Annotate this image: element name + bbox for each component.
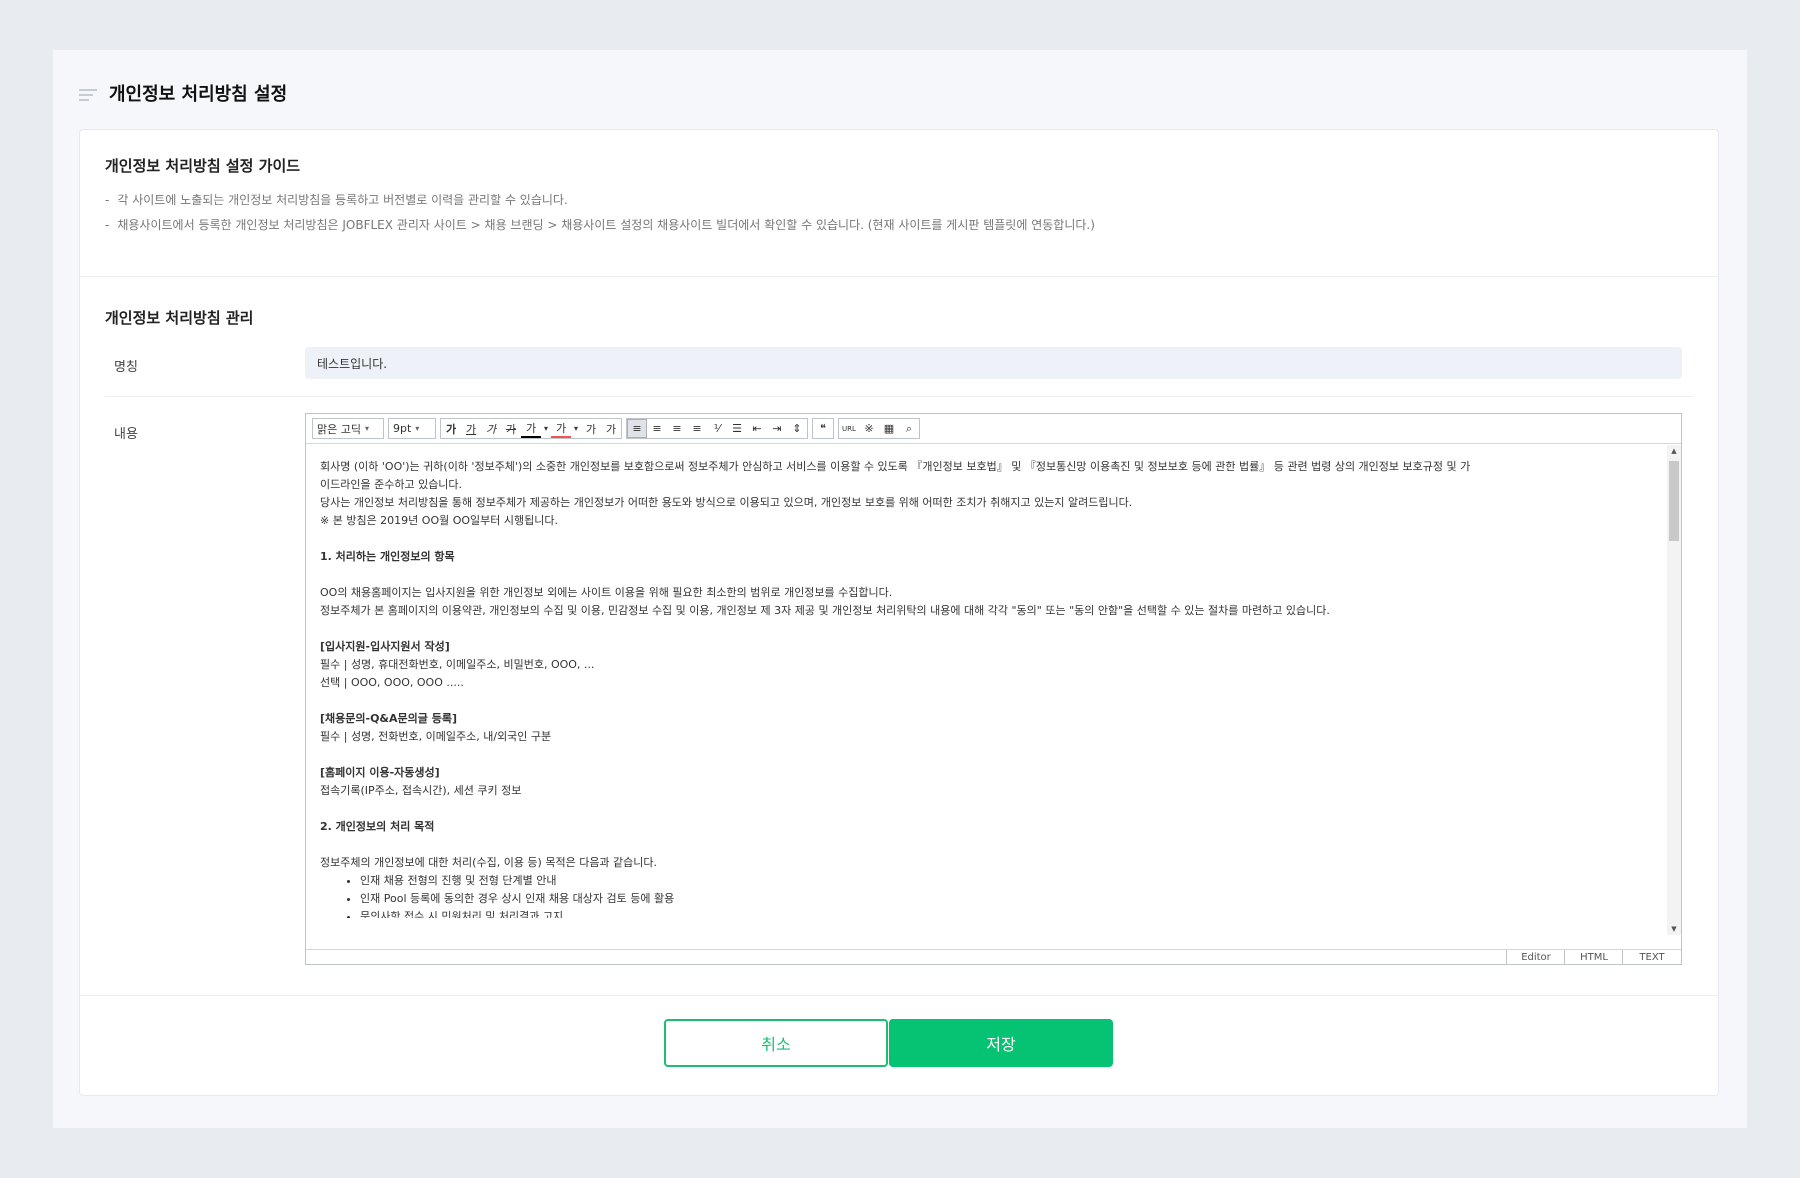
section-heading-1: 1. 처리하는 개인정보의 항목	[320, 550, 455, 563]
font-size-select[interactable]: 9pt ▾	[388, 418, 436, 439]
indent-icon[interactable]: ⇥	[767, 419, 787, 438]
subsection-2-required: 필수 | 성명, 전화번호, 이메일주소, 내/외국인 구분	[320, 730, 552, 743]
bold-icon[interactable]: 가	[441, 419, 461, 438]
rich-text-editor[interactable]: 맑은 고딕 ▾ 9pt ▾ 가 가 가 가 가 ▾ 가 ▾ 가 가 ≡ ≡ ≡ …	[305, 413, 1682, 965]
align-right-icon[interactable]: ≡	[667, 419, 687, 438]
page-title: 개인정보 처리방침 설정	[109, 84, 288, 105]
guide-line-2: - 채용사이트에서 등록한 개인정보 처리방침은 JOBFLEX 관리자 사이트 …	[105, 218, 1095, 232]
settings-card: 개인정보 처리방침 설정 가이드 -각 사이트에 노출되는 개인정보 처리방침을…	[79, 129, 1719, 1096]
editor-toolbar: 맑은 고딕 ▾ 9pt ▾ 가 가 가 가 가 ▾ 가 ▾ 가 가 ≡ ≡ ≡ …	[306, 414, 1681, 444]
name-label: 명칭	[114, 360, 138, 375]
actions-divider	[80, 995, 1718, 996]
line-height-icon[interactable]: ⇕	[787, 419, 807, 438]
list-item: 인재 채용 전형의 진행 및 전형 단계별 안내	[360, 872, 1660, 890]
align-center-icon[interactable]: ≡	[647, 419, 667, 438]
name-input[interactable]	[305, 347, 1682, 379]
subsection-3-body: 접속기록(IP주소, 접속시간), 세션 쿠키 정보	[320, 784, 522, 797]
text-color-icon[interactable]: 가	[521, 419, 541, 438]
menu-icon[interactable]	[79, 89, 97, 101]
intro-line-4: ※ 본 방침은 2019년 OO월 OO일부터 시행됩니다.	[320, 514, 558, 527]
special-char-icon[interactable]: ※	[859, 419, 879, 438]
section-1-para-2: 정보주체가 본 홈페이지의 이용약관, 개인정보의 수집 및 이용, 민감정보 …	[320, 604, 1330, 617]
superscript-icon[interactable]: 가	[581, 419, 601, 438]
bullet-list-icon[interactable]: ☰	[727, 419, 747, 438]
tab-html[interactable]: HTML	[1564, 950, 1623, 964]
quote-icon[interactable]: ❝	[813, 419, 833, 438]
subsection-1-optional: 선택 | OOO, OOO, OOO .....	[320, 676, 464, 689]
insert-group-1: ❝	[812, 418, 834, 439]
section-heading-2: 2. 개인정보의 처리 목적	[320, 820, 435, 833]
subsection-1-required: 필수 | 성명, 휴대전화번호, 이메일주소, 비밀번호, OOO, ...	[320, 658, 595, 671]
tab-editor[interactable]: Editor	[1506, 950, 1565, 964]
content-label: 내용	[114, 427, 138, 442]
intro-line-1: 회사명 (이하 'OO')는 귀하(이하 '정보주체')의 소중한 개인정보를 …	[320, 460, 1471, 473]
purpose-list: 인재 채용 전형의 진행 및 전형 단계별 안내 인재 Pool 등록에 동의한…	[320, 872, 1660, 918]
link-icon[interactable]: URL	[839, 419, 859, 438]
subscript-icon[interactable]: 가	[601, 419, 621, 438]
save-button[interactable]: 저장	[889, 1019, 1113, 1067]
list-item: 인재 Pool 등록에 동의한 경우 상시 인재 채용 대상자 검토 등에 활용	[360, 890, 1660, 908]
paragraph-group: ≡ ≡ ≡ ≡ ⅟ ☰ ⇤ ⇥ ⇕	[626, 418, 808, 439]
find-icon[interactable]: ⌕	[899, 419, 919, 438]
highlight-icon[interactable]: 가	[551, 419, 571, 438]
list-item: 문의사항 접수 시 민원처리 및 처리결과 고지	[360, 908, 1660, 918]
intro-line-3: 당사는 개인정보 처리방침을 통해 정보주체가 제공하는 개인정보가 어떠한 용…	[320, 496, 1133, 509]
main-shell: 개인정보 처리방침 설정 개인정보 처리방침 설정 가이드 -각 사이트에 노출…	[53, 50, 1747, 1128]
section-2-para: 정보주체의 개인정보에 대한 처리(수집, 이용 등) 목적은 다음과 같습니다…	[320, 856, 658, 869]
guide-line-1: -각 사이트에 노출되는 개인정보 처리방침을 등록하고 버전별로 이력을 관리…	[105, 193, 568, 207]
management-title: 개인정보 처리방침 관리	[105, 309, 254, 327]
align-justify-icon[interactable]: ≡	[687, 419, 707, 438]
section-1-para-1: OO의 채용홈페이지는 입사지원을 위한 개인정보 외에는 사이트 이용을 위해…	[320, 586, 893, 599]
subsection-3-title: [홈페이지 이용-자동생성]	[320, 766, 440, 779]
strikethrough-icon[interactable]: 가	[501, 419, 521, 438]
text-format-group: 가 가 가 가 가 ▾ 가 ▾ 가 가	[440, 418, 622, 439]
insert-group-2: URL ※ ▦ ⌕	[838, 418, 920, 439]
outdent-icon[interactable]: ⇤	[747, 419, 767, 438]
guide-title: 개인정보 처리방침 설정 가이드	[105, 157, 301, 175]
editor-content[interactable]: 회사명 (이하 'OO')는 귀하(이하 '정보주체')의 소중한 개인정보를 …	[320, 458, 1660, 918]
intro-line-2: 이드라인을 준수하고 있습니다.	[320, 478, 463, 491]
scroll-down-icon[interactable]: ▼	[1667, 923, 1681, 935]
subsection-1-title: [입사지원-입사지원서 작성]	[320, 640, 450, 653]
table-icon[interactable]: ▦	[879, 419, 899, 438]
subsection-2-title: [채용문의-Q&A문의글 등록]	[320, 712, 457, 725]
underline-icon[interactable]: 가	[461, 419, 481, 438]
scroll-up-icon[interactable]: ▲	[1667, 445, 1681, 457]
tab-text[interactable]: TEXT	[1622, 950, 1681, 964]
align-left-icon[interactable]: ≡	[627, 419, 647, 438]
guide-section: 개인정보 처리방침 설정 가이드 -각 사이트에 노출되는 개인정보 처리방침을…	[80, 130, 1718, 277]
row-divider	[105, 396, 1693, 397]
font-family-select[interactable]: 맑은 고딕 ▾	[312, 418, 384, 439]
editor-mode-bar: Editor HTML TEXT	[306, 949, 1681, 964]
highlight-dropdown-icon[interactable]: ▾	[571, 419, 581, 438]
editor-scrollbar[interactable]: ▲ ▼	[1667, 445, 1681, 935]
cancel-button[interactable]: 취소	[664, 1019, 888, 1067]
scroll-thumb[interactable]	[1669, 461, 1679, 541]
text-color-dropdown-icon[interactable]: ▾	[541, 419, 551, 438]
page-header: 개인정보 처리방침 설정	[79, 78, 287, 108]
italic-icon[interactable]: 가	[481, 419, 501, 438]
ordered-list-icon[interactable]: ⅟	[707, 419, 727, 438]
